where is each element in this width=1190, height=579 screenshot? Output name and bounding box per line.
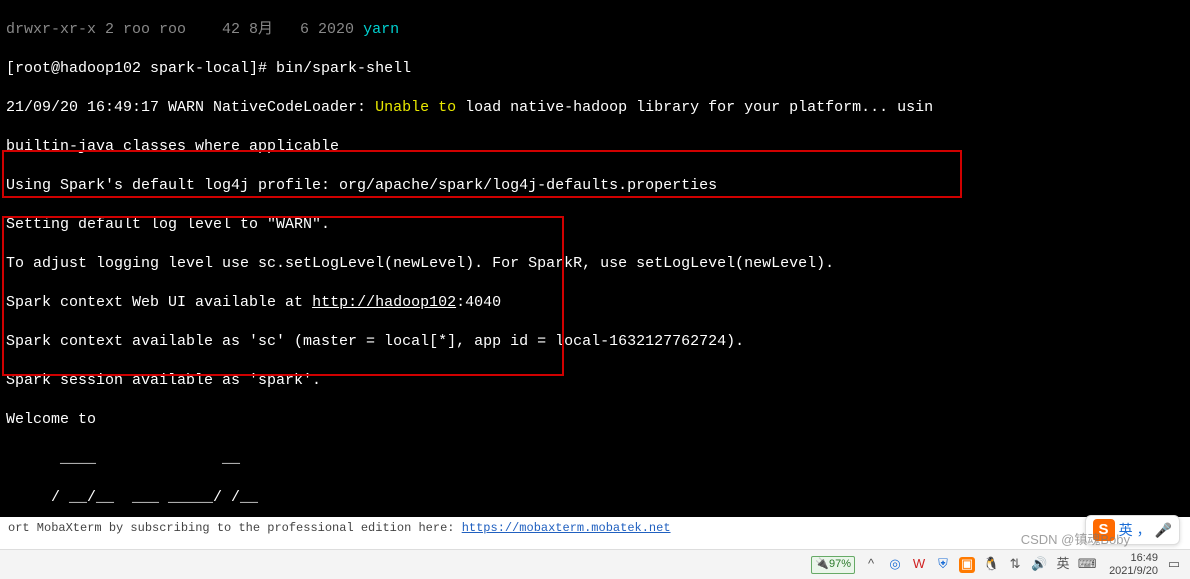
output-line: builtin-java classes where applicable [6, 137, 1184, 157]
tray-app-icon[interactable]: ▣ [959, 557, 975, 573]
qq-icon[interactable]: 🐧 [983, 557, 999, 573]
terminal-window[interactable]: drwxr-xr-x 2 roo roo 42 8月 6 2020 yarn [… [0, 0, 1190, 517]
spark-session-line: Spark session available as 'spark'. [6, 371, 1184, 391]
warn-line: 21/09/20 16:49:17 WARN NativeCodeLoader:… [6, 98, 1184, 118]
clock-time: 16:49 [1109, 552, 1158, 564]
ime-floating-bar[interactable]: S 英 ， 🎤 [1085, 515, 1180, 545]
keyboard-icon[interactable]: ⌨ [1079, 557, 1095, 573]
clock-date: 2021/9/20 [1109, 565, 1158, 577]
shell-prompt-line: [root@hadoop102 spark-local]# bin/spark-… [6, 59, 1184, 79]
output-line: Setting default log level to "WARN". [6, 215, 1184, 235]
windows-taskbar[interactable]: 🔌97% ^ ◎ W ⛨ ▣ 🐧 ⇅ 🔊 英 ⌨ 16:49 2021/9/20… [0, 549, 1190, 579]
spark-context-line: Spark context available as 'sc' (master … [6, 332, 1184, 352]
shield-icon[interactable]: ⛨ [935, 557, 951, 573]
sound-icon[interactable]: 🔊 [1031, 557, 1047, 573]
mobaxterm-footer: ort MobaXterm by subscribing to the prof… [0, 517, 1190, 541]
ascii-art: / __/__ ___ _____/ /__ [6, 488, 1184, 508]
ls-line: drwxr-xr-x 2 roo roo 42 8月 6 2020 yarn [6, 20, 1184, 40]
battery-icon[interactable]: 🔌97% [811, 556, 855, 574]
mic-icon[interactable]: 🎤 [1155, 521, 1172, 539]
taskbar-clock[interactable]: 16:49 2021/9/20 [1109, 552, 1158, 576]
ime-lang-label[interactable]: 英 [1119, 521, 1133, 539]
welcome-line: Welcome to [6, 410, 1184, 430]
webui-line: Spark context Web UI available at http:/… [6, 293, 1184, 313]
action-center-icon[interactable]: ▭ [1166, 557, 1182, 573]
ime-punct[interactable]: ， [1137, 521, 1151, 539]
output-line: Using Spark's default log4j profile: org… [6, 176, 1184, 196]
tray-chevron-icon[interactable]: ^ [863, 557, 879, 573]
mobaxterm-link[interactable]: https://mobaxterm.mobatek.net [462, 521, 671, 535]
sogou-icon[interactable]: S [1093, 519, 1115, 541]
ascii-art: ____ __ [6, 449, 1184, 469]
system-tray[interactable]: 🔌97% ^ ◎ W ⛨ ▣ 🐧 ⇅ 🔊 英 ⌨ 16:49 2021/9/20… [811, 550, 1182, 579]
ime-lang-icon[interactable]: 英 [1055, 557, 1071, 573]
output-line: To adjust logging level use sc.setLogLev… [6, 254, 1184, 274]
chrome-icon[interactable]: ◎ [887, 557, 903, 573]
wps-icon[interactable]: W [911, 557, 927, 573]
network-icon[interactable]: ⇅ [1007, 557, 1023, 573]
